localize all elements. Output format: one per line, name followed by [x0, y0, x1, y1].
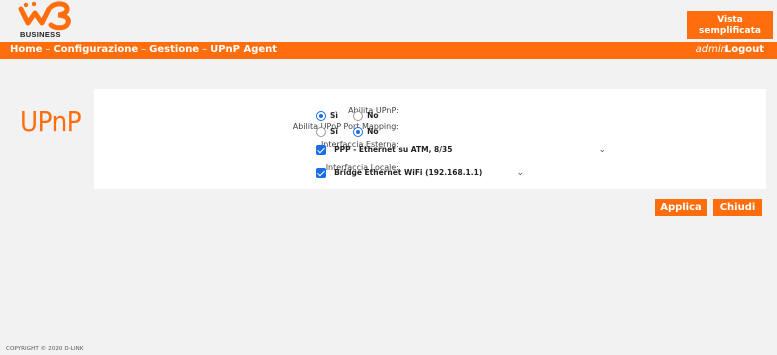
breadcrumb-gestione[interactable]: Gestione — [149, 44, 199, 55]
local-interface-select[interactable]: Bridge Ethernet WiFi (192.168.1.1) ⌄ — [334, 167, 524, 179]
top-header: BUSINESS Vista semplificata — [0, 0, 777, 42]
copyright-text: COPYRIGHT © 2020 D-LINK — [6, 346, 84, 352]
vista-semplificata-button[interactable]: Vista semplificata — [687, 11, 773, 39]
breadcrumb-separator: – — [202, 44, 208, 55]
chevron-down-icon: ⌄ — [516, 167, 525, 178]
upnp-settings-panel: Abilita UPnP: Sì No Abilita UPnP Port Ma… — [94, 89, 766, 189]
logout-link[interactable]: Logout — [725, 44, 764, 55]
enable-upnp-row: Abilita UPnP: Sì No — [94, 104, 766, 121]
port-mapping-row: Abilita UPnP Port Mapping: Sì No — [94, 120, 766, 137]
external-interface-value: PPP - Ethernet su ATM, 8/35 — [334, 144, 453, 154]
enable-upnp-radio-group: Sì No — [316, 105, 389, 121]
apply-button[interactable]: Applica — [655, 199, 707, 216]
chevron-down-icon: ⌄ — [598, 144, 607, 155]
enable-upnp-no-radio[interactable] — [353, 110, 364, 121]
external-interface-row: Interfaccia Esterna: PPP - Ethernet su A… — [94, 138, 766, 156]
breadcrumb-configurazione[interactable]: Configurazione — [53, 44, 138, 55]
port-mapping-no-label: No — [367, 127, 379, 136]
external-interface-control: PPP - Ethernet su ATM, 8/35 ⌄ — [316, 139, 606, 156]
enable-upnp-yes-label: Sì — [330, 111, 338, 120]
local-interface-row: Interfaccia Locale: Bridge Ethernet WiFi… — [94, 161, 766, 179]
local-interface-control: Bridge Ethernet WiFi (192.168.1.1) ⌄ — [316, 162, 524, 179]
w3-logo-icon — [18, 1, 71, 31]
port-mapping-radio-group: Sì No — [316, 121, 389, 137]
breadcrumb-separator: – — [45, 44, 51, 55]
enable-upnp-yes-radio[interactable] — [316, 110, 326, 121]
brand-text: BUSINESS — [20, 30, 61, 39]
breadcrumb-separator: – — [141, 44, 147, 55]
local-interface-checkbox[interactable] — [316, 167, 326, 178]
breadcrumb-home[interactable]: Home — [10, 44, 42, 55]
close-button[interactable]: Chiudi — [713, 199, 762, 216]
w3-business-logo: BUSINESS — [18, 1, 74, 41]
current-user: admin — [695, 44, 727, 55]
nav-bar: Home – Configurazione – Gestione – UPnP Agent … — [0, 42, 777, 59]
breadcrumb-upnp-agent: UPnP Agent — [210, 44, 278, 55]
external-interface-select[interactable]: PPP - Ethernet su ATM, 8/35 ⌄ — [334, 144, 606, 156]
page-title: UPnP — [20, 105, 82, 138]
external-interface-checkbox[interactable] — [316, 144, 326, 155]
port-mapping-no-radio[interactable] — [353, 126, 364, 137]
enable-upnp-no-label: No — [367, 111, 379, 120]
local-interface-value: Bridge Ethernet WiFi (192.168.1.1) — [334, 167, 483, 177]
port-mapping-yes-label: Sì — [330, 127, 338, 136]
port-mapping-yes-radio[interactable] — [316, 126, 326, 137]
breadcrumb: Home – Configurazione – Gestione – UPnP Agent — [10, 44, 277, 55]
